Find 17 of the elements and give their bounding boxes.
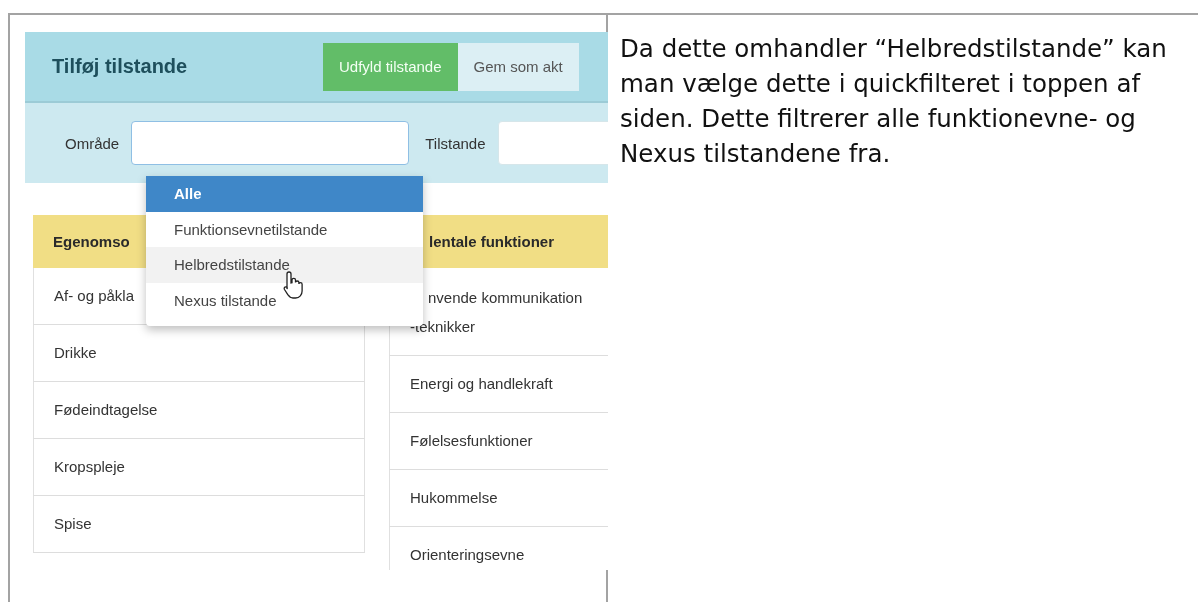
table-cell[interactable]: Følelsesfunktioner (389, 413, 608, 470)
table-cell[interactable]: Fødeindtagelse (33, 382, 365, 439)
page-title: Tilføj tilstande (52, 55, 189, 78)
table-cell[interactable]: Spise (33, 496, 365, 553)
filter-label: Område (65, 134, 120, 152)
dropdown-option[interactable]: Nexus tilstande (146, 282, 423, 318)
table-cell[interactable]: Energi og handlekraft (389, 356, 608, 413)
filter-label: Tilstande (425, 134, 486, 152)
select-field[interactable] (131, 121, 410, 165)
description-text: Da dette omhandler “Helbredstilstande” kan man vælge dette i quickfilteret i toppen af siden. Dette filtrerer alle funktionevne- og Nexus tilstandene fra. (620, 33, 1168, 170)
table-cell[interactable]: Kropspleje (33, 439, 365, 496)
dropdown-option[interactable]: Helbredstilstande (146, 247, 423, 283)
dropdown-option[interactable]: Funktionsevnetilstande (146, 211, 423, 247)
hand-cursor-icon (283, 270, 305, 300)
table-cell[interactable]: Hukommelse (389, 470, 608, 527)
save-button[interactable]: Gem som akt (457, 42, 579, 91)
dropdown-option[interactable]: Alle (146, 176, 423, 212)
